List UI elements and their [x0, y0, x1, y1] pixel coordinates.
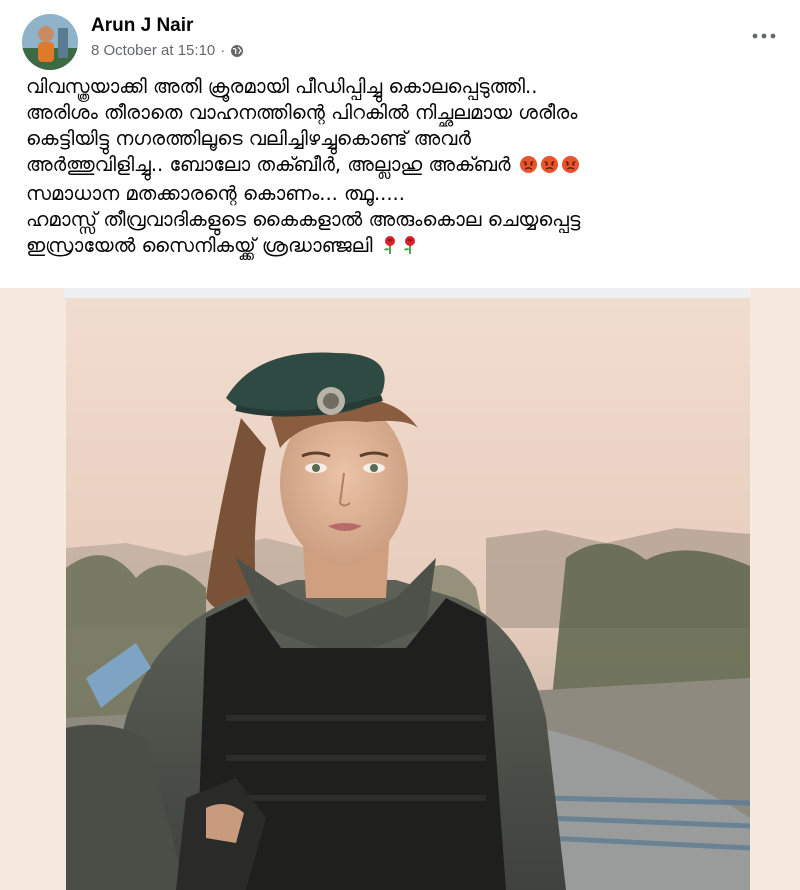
- post-text-line: ഇസ്രായേൽ സൈനികയ്ക്ക് ശ്രദ്ധാഞ്ജലി: [26, 234, 373, 257]
- post-text-line: അരിശം തീരാതെ വാഹനത്തിന്റെ പിറകിൽ നിച്ഛലമ…: [26, 101, 578, 124]
- post-meta: 8 October at 15:10 ·: [91, 42, 244, 59]
- more-options-icon: [752, 33, 776, 39]
- globe-icon[interactable]: [230, 44, 244, 58]
- post-text-line-with-emoji: ഇസ്രായേൽ സൈനികയ്ക്ക് ശ്രദ്ധാഞ്ജലി: [26, 233, 796, 262]
- meta-separator: ·: [220, 42, 226, 59]
- more-options-button[interactable]: [748, 22, 780, 50]
- post-media[interactable]: [0, 288, 800, 890]
- angry-face-icon: [540, 155, 559, 181]
- angry-face-icon: [561, 155, 580, 181]
- post-text: വിവസ്ത്രയാക്കി അതി ക്രൂരമായി പീഡിപ്പിച്ച…: [26, 74, 796, 262]
- post-photo[interactable]: [66, 298, 750, 890]
- angry-face-icon: [519, 155, 538, 181]
- post-text-line-with-emoji: അർത്തുവിളിച്ചു.. ബോലോ തക്ബീർ, അല്ലാഹു അക…: [26, 152, 796, 181]
- avatar[interactable]: [22, 14, 78, 70]
- post-text-line: ഹമാസ്സ് തീവ്രവാദികളുടെ കൈകളാൽ അരുംകൊല ചെ…: [26, 208, 581, 231]
- rose-icon: [401, 235, 419, 262]
- post-header: Arun J Nair 8 October at 15:10 ·: [0, 0, 800, 70]
- post-text-line: അർത്തുവിളിച്ചു.. ബോലോ തക്ബീർ, അല്ലാഹു അക…: [26, 153, 511, 176]
- post-text-line: സമാധാന മതക്കാരന്റെ കൊണം... ത്ഥൂ.....: [26, 182, 405, 205]
- post-text-line: വിവസ്ത്രയാക്കി അതി ക്രൂരമായി പീഡിപ്പിച്ച…: [26, 75, 538, 98]
- post-timestamp[interactable]: 8 October at 15:10: [91, 42, 215, 59]
- post-text-line: കെട്ടിയിട്ടു നഗരത്തിലൂടെ വലിച്ചിഴച്ചുകൊണ…: [26, 127, 471, 150]
- rose-icon: [381, 235, 399, 262]
- author-name[interactable]: Arun J Nair: [91, 15, 193, 37]
